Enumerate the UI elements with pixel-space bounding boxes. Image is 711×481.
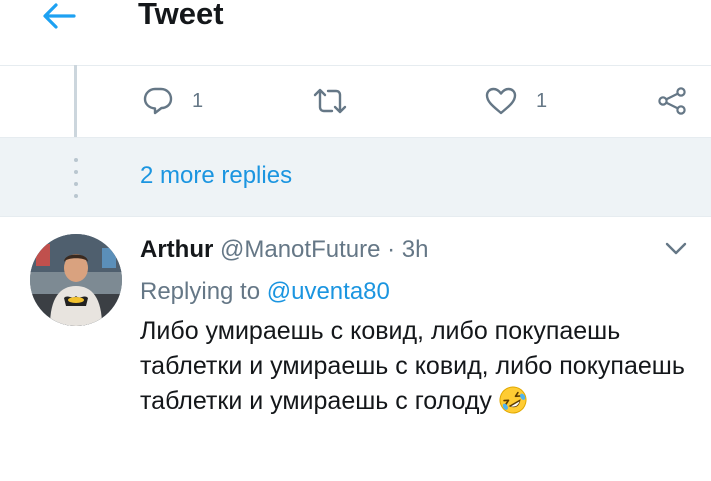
author-handle[interactable]: @ManotFuture (220, 236, 380, 263)
more-replies-link[interactable]: 2 more replies (140, 162, 292, 190)
share-icon (658, 87, 686, 115)
author-name[interactable]: Arthur (140, 236, 213, 263)
reply-icon (143, 87, 173, 115)
chevron-down-icon (665, 242, 687, 255)
arrow-left-icon (43, 3, 76, 29)
tweet-header: Arthur @ManotFuture · 3h (140, 236, 428, 264)
rolling-on-floor-laughing-icon (498, 385, 528, 415)
like-icon (485, 87, 517, 115)
avatar[interactable] (30, 234, 122, 326)
tweet-menu-button[interactable] (664, 240, 688, 258)
share-button[interactable] (656, 87, 688, 115)
reply-tweet[interactable]: Arthur @ManotFuture · 3h Replying to @uv… (0, 216, 711, 481)
page-title: Tweet (138, 0, 224, 31)
reply-count: 1 (192, 89, 204, 112)
replying-to-line: Replying to @uventa80 (140, 278, 390, 306)
reply-button[interactable]: 1 (142, 87, 203, 115)
back-button[interactable] (40, 0, 80, 34)
tweet-text: Либо умираешь с ковид, либо покупаешь та… (140, 314, 700, 419)
thread-dots (74, 158, 78, 198)
replying-prefix: Replying to (140, 278, 261, 305)
parent-tweet-actions: 1 1 (0, 65, 711, 137)
replying-to-mention[interactable]: @uventa80 (267, 278, 390, 305)
dot-separator: · (387, 236, 396, 263)
retweet-button[interactable] (312, 87, 368, 115)
tweet-text-content: Либо умираешь с ковид, либо покупаешь та… (140, 317, 685, 415)
top-bar: Tweet (0, 0, 711, 66)
retweet-icon (313, 88, 347, 114)
timestamp[interactable]: 3h (402, 236, 429, 263)
like-count: 1 (536, 89, 548, 112)
like-button[interactable]: 1 (484, 87, 547, 115)
more-replies-row[interactable]: 2 more replies (0, 137, 711, 217)
